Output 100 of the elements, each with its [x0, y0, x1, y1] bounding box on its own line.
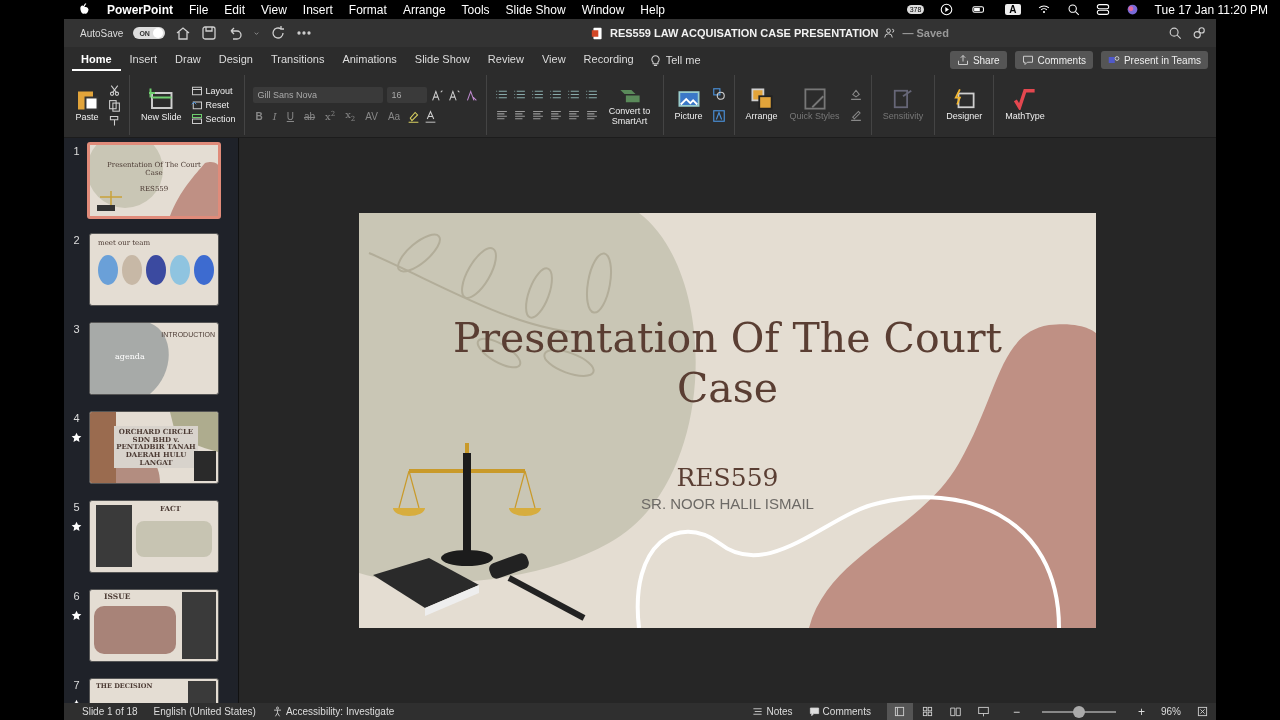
zoom-percentage[interactable]: 96%: [1161, 706, 1181, 717]
ribbon-tab[interactable]: Insert: [120, 49, 167, 71]
language-indicator[interactable]: English (United States): [153, 706, 256, 717]
format-button[interactable]: ab: [301, 110, 319, 122]
save-status[interactable]: — Saved: [902, 27, 949, 39]
collaborate-icon[interactable]: [1192, 26, 1206, 40]
wifi-icon[interactable]: [1036, 3, 1051, 16]
zoom-out-button[interactable]: −: [1012, 704, 1020, 719]
ribbon-tab[interactable]: View: [532, 49, 575, 71]
font-name-field[interactable]: Gill Sans Nova: [252, 87, 383, 103]
bullets-icon[interactable]: [494, 88, 509, 101]
menu-item[interactable]: Format: [348, 2, 387, 17]
toolbar-button[interactable]: Comments: [1014, 51, 1093, 69]
text-box-icon[interactable]: [711, 109, 726, 123]
arrange-button[interactable]: Arrange: [742, 88, 781, 122]
align-center-icon[interactable]: [512, 109, 527, 122]
format-button[interactable]: B: [252, 110, 266, 122]
paste-button[interactable]: Paste: [72, 87, 102, 123]
font-color-icon[interactable]: [424, 109, 438, 123]
menu-item[interactable]: Tools: [461, 2, 490, 17]
presenter-name[interactable]: SR. NOOR HALIL ISMAIL: [359, 495, 1096, 512]
ribbon-tab[interactable]: Animations: [333, 49, 406, 71]
slide-title[interactable]: Presentation Of The Court Case: [419, 313, 1036, 413]
decrease-indent-icon[interactable]: [530, 88, 545, 101]
notes-icon: [752, 706, 764, 717]
play-circle-icon[interactable]: [940, 3, 954, 16]
slide-number: 2: [73, 234, 80, 246]
people-icon[interactable]: [884, 27, 897, 39]
ribbon-tab[interactable]: Design: [209, 49, 262, 71]
notes-button[interactable]: Notes: [752, 706, 793, 717]
shapes-icon[interactable]: [711, 87, 726, 101]
format-button[interactable]: x$_{2}$: [342, 109, 359, 123]
highlight-icon[interactable]: [407, 109, 421, 123]
grow-font-icon[interactable]: [430, 88, 444, 102]
fit-to-window-icon[interactable]: [1197, 706, 1208, 717]
format-button[interactable]: AV: [362, 110, 381, 122]
tell-me-search[interactable]: Tell me: [665, 54, 701, 66]
redo-icon[interactable]: [269, 25, 286, 41]
format-button[interactable]: U: [283, 110, 297, 122]
clear-formatting-icon[interactable]: [464, 88, 478, 102]
menu-item[interactable]: File: [189, 2, 209, 17]
view-button[interactable]: [886, 703, 913, 720]
new-slide-button[interactable]: New Slide: [138, 87, 185, 123]
toolbar-button[interactable]: Share: [949, 51, 1007, 69]
ribbon-tab[interactable]: Draw: [166, 49, 210, 71]
search-icon[interactable]: [1168, 26, 1182, 40]
menu-item[interactable]: Insert: [302, 2, 333, 17]
text-direction-icon[interactable]: [566, 109, 581, 122]
copy-icon[interactable]: [108, 98, 121, 112]
slide-command-button[interactable]: Layout: [190, 85, 236, 97]
shrink-font-icon[interactable]: [447, 88, 461, 102]
increase-indent-icon[interactable]: [548, 88, 563, 101]
menu-item[interactable]: Edit: [224, 2, 246, 17]
home-icon[interactable]: [174, 25, 191, 41]
picture-button[interactable]: Picture: [671, 88, 706, 122]
font-size-field[interactable]: 16: [386, 87, 427, 103]
input-source-indicator[interactable]: A: [1005, 4, 1021, 15]
lightbulb-icon[interactable]: [648, 53, 662, 67]
line-spacing-icon[interactable]: [566, 88, 581, 101]
format-painter-icon[interactable]: [108, 113, 121, 127]
chevron-down-icon[interactable]: [252, 29, 260, 37]
save-icon[interactable]: [200, 25, 217, 41]
designer-button[interactable]: Designer: [943, 88, 986, 122]
ribbon-tab[interactable]: Home: [72, 49, 121, 71]
format-button[interactable]: I: [269, 110, 280, 122]
control-center-icon[interactable]: [1095, 3, 1110, 16]
menu-item[interactable]: View: [261, 2, 287, 17]
menu-item[interactable]: Window: [581, 2, 625, 17]
shape-fill-icon[interactable]: [848, 88, 863, 101]
search-icon[interactable]: [1066, 3, 1080, 16]
align-right-icon[interactable]: [530, 109, 545, 122]
menu-item[interactable]: Help: [640, 2, 665, 17]
menu-item[interactable]: Slide Show: [505, 2, 566, 17]
shape-outline-icon[interactable]: [848, 109, 863, 122]
zoom-in-button[interactable]: +: [1137, 704, 1145, 719]
comments-button[interactable]: Comments: [808, 706, 871, 717]
slide-subtitle[interactable]: RES559: [359, 463, 1096, 492]
apple-logo-icon[interactable]: [78, 3, 91, 16]
cut-icon[interactable]: [108, 83, 121, 97]
align-text-icon[interactable]: [584, 109, 599, 122]
menu-item[interactable]: Arrange: [402, 2, 446, 17]
format-button[interactable]: Aa: [384, 110, 404, 122]
justify-icon[interactable]: [548, 109, 563, 122]
ribbon-tab[interactable]: Review: [478, 49, 533, 71]
numbering-icon[interactable]: [512, 88, 527, 101]
convert-to-smartart-button[interactable]: Convert to SmartArt: [604, 83, 655, 127]
app-name[interactable]: PowerPoint: [107, 2, 173, 17]
slide-command-button[interactable]: Section: [190, 113, 236, 125]
columns-icon[interactable]: [584, 88, 599, 101]
ribbon-tab[interactable]: Recording: [574, 49, 643, 71]
slide-command-button[interactable]: Reset: [190, 99, 236, 111]
align-left-icon[interactable]: [494, 109, 509, 122]
accessibility-button[interactable]: Accessibility: Investigate: [271, 706, 395, 717]
mathtype-button[interactable]: MathType: [1002, 88, 1048, 122]
menu-bar-clock[interactable]: Tue 17 Jan 11:20 PM: [1154, 2, 1268, 17]
ribbon-tab[interactable]: Slide Show: [405, 49, 479, 71]
ribbon-tab[interactable]: Transitions: [262, 49, 334, 71]
format-button[interactable]: x$^{2}$: [322, 109, 339, 123]
toolbar-button[interactable]: Present in Teams: [1100, 51, 1208, 69]
slide-canvas[interactable]: Presentation Of The Court Case RES559 SR. NOOR HALIL ISMAIL: [359, 213, 1096, 628]
